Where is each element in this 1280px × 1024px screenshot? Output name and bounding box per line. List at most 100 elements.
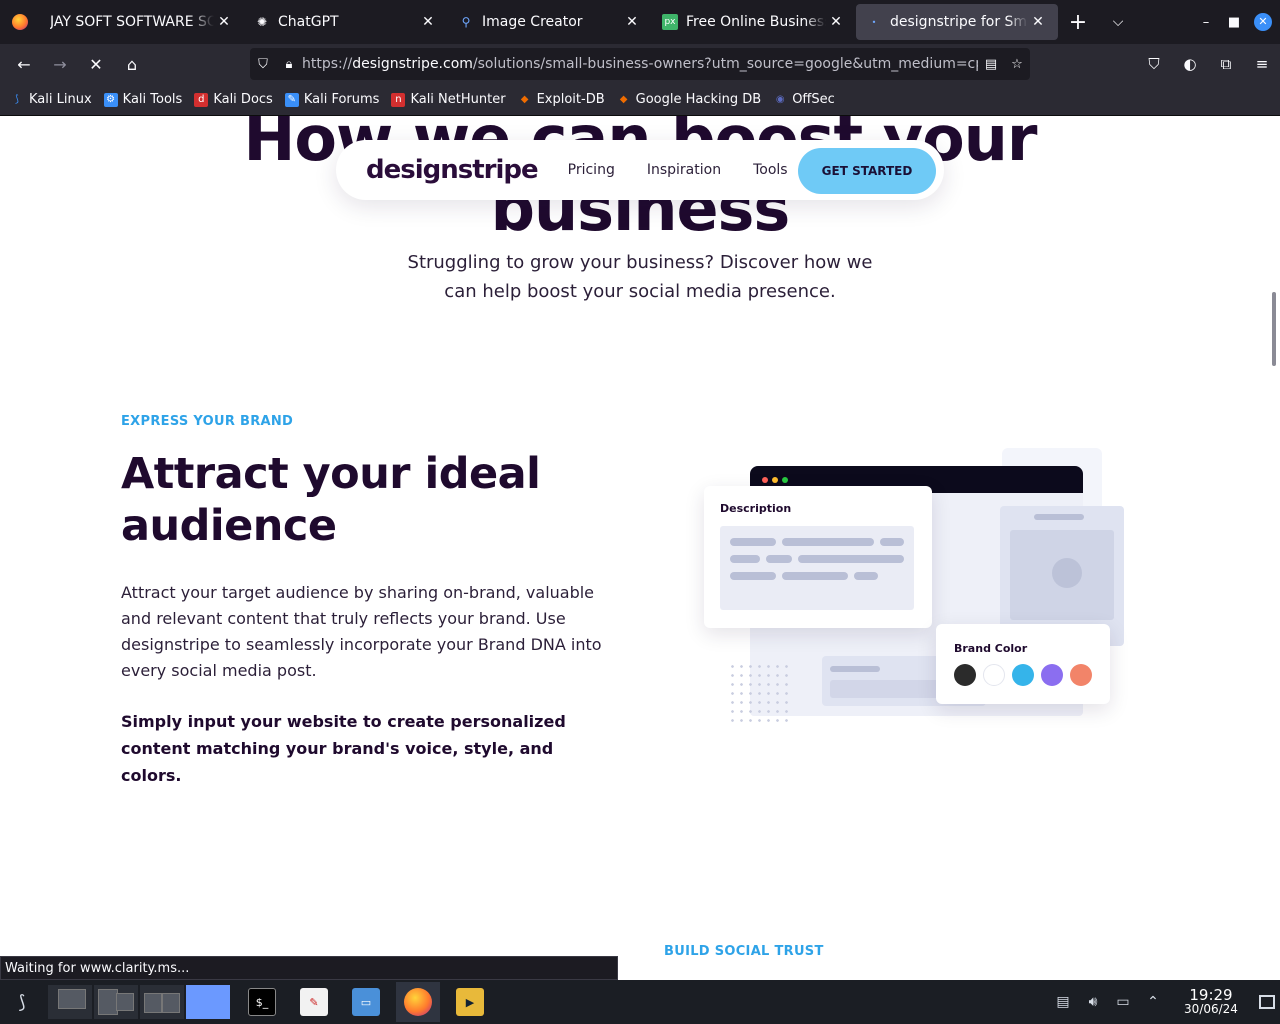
- window-close-icon[interactable]: ✕: [1254, 13, 1272, 31]
- image-placeholder-circle: [1052, 558, 1082, 588]
- dot-grid-decoration: [728, 662, 788, 722]
- home-icon[interactable]: ⌂: [114, 48, 150, 80]
- color-swatch: [1070, 664, 1092, 686]
- close-tab-icon[interactable]: ✕: [418, 14, 438, 30]
- tab-label: Free Online Business Ve: [686, 14, 826, 30]
- close-tab-icon[interactable]: ✕: [826, 14, 846, 30]
- account-icon[interactable]: ◐: [1172, 55, 1208, 73]
- pocket-icon[interactable]: ⛉: [1136, 55, 1172, 73]
- new-tab-button[interactable]: +: [1058, 10, 1098, 35]
- tab-pixlr[interactable]: px Free Online Business Ve ✕: [652, 4, 856, 40]
- tab-jay-soft[interactable]: JAY SOFT SOFTWARE SOLUTIONS ✕: [40, 4, 244, 40]
- tab-designstripe[interactable]: • designstripe for Small B ✕: [856, 4, 1058, 40]
- bookmark-offsec[interactable]: ◉ OffSec: [773, 92, 835, 107]
- text-line-placeholder: [880, 538, 904, 546]
- volume-icon[interactable]: 🔊︎: [1078, 994, 1108, 1010]
- workspace-switcher: [48, 985, 232, 1019]
- brand-color-card: Brand Color: [936, 624, 1110, 704]
- workspace-2[interactable]: [94, 985, 138, 1019]
- bookmarks-toolbar: ⟆ Kali Linux ⚙ Kali Tools d Kali Docs ✎ Kali…: [0, 84, 1280, 116]
- text-line-placeholder: [730, 572, 776, 580]
- text-line-placeholder: [730, 555, 760, 563]
- url-bar[interactable]: ⛉ 🔒︎ https://designstripe.com/solutions/…: [250, 48, 1030, 80]
- list-all-tabs-icon[interactable]: ⌵: [1098, 14, 1138, 30]
- text-line-placeholder: [798, 555, 904, 563]
- site-navigation: designstripe Pricing Inspiration Tools G…: [336, 140, 944, 200]
- bookmark-kali-tools[interactable]: ⚙ Kali Tools: [103, 92, 182, 107]
- tray-expand-icon[interactable]: ⌃: [1138, 994, 1168, 1010]
- exploit-db-icon: ◆: [520, 94, 529, 105]
- forward-icon[interactable]: →: [42, 48, 78, 80]
- text-line-placeholder: [782, 538, 874, 546]
- kali-icon: ⟆: [15, 94, 19, 105]
- text-line-placeholder: [766, 555, 792, 563]
- description-label: Description: [720, 502, 792, 515]
- network-icon[interactable]: ▭: [1108, 994, 1138, 1010]
- menu-icon[interactable]: ≡: [1244, 55, 1280, 73]
- section-highlight: Simply input your website to create pers…: [121, 712, 566, 785]
- file-manager-launcher[interactable]: ▭: [344, 982, 388, 1022]
- firefox-launcher[interactable]: [396, 982, 440, 1022]
- show-desktop-icon[interactable]: [1254, 980, 1280, 1024]
- kali-tools-icon: ⚙: [103, 92, 118, 107]
- clock[interactable]: 19:29 30/06/24: [1178, 988, 1244, 1017]
- bookmark-kali-forums[interactable]: ✎ Kali Forums: [284, 92, 379, 107]
- search-icon: ⚲: [461, 15, 471, 29]
- desktop-taskbar: ⟆ $_ ✎ ▭ ▶ ▤ 🔊︎ ▭ ⌃ 19:29 30/06/24: [0, 980, 1280, 1024]
- designstripe-logo[interactable]: designstripe: [366, 155, 539, 185]
- page-scrollbar[interactable]: [1268, 116, 1280, 980]
- maximize-icon[interactable]: ■: [1220, 15, 1248, 30]
- tab-image-creator[interactable]: ⚲ Image Creator ✕: [448, 4, 652, 40]
- minimize-icon[interactable]: –: [1192, 15, 1220, 30]
- reader-view-icon[interactable]: ▤: [978, 57, 1004, 72]
- back-icon[interactable]: ←: [6, 48, 42, 80]
- close-tab-icon[interactable]: ✕: [622, 14, 642, 30]
- text-line-placeholder: [782, 572, 848, 580]
- tab-label: designstripe for Small B: [890, 14, 1028, 30]
- bookmark-google-hacking-db[interactable]: ◆ Google Hacking DB: [617, 92, 761, 107]
- nethunter-icon: n: [391, 92, 406, 107]
- nav-link-inspiration[interactable]: Inspiration: [647, 162, 721, 178]
- tab-label: Image Creator: [482, 14, 583, 30]
- bookmark-kali-docs[interactable]: d Kali Docs: [194, 92, 273, 107]
- browser-tab-bar: JAY SOFT SOFTWARE SOLUTIONS ✕ ✺ ChatGPT …: [0, 0, 1280, 44]
- web-page: How we can boost your business Strugglin…: [0, 116, 1280, 980]
- loading-icon: •: [871, 17, 877, 27]
- bookmark-kali-linux[interactable]: ⟆ Kali Linux: [10, 92, 92, 107]
- workspace-1[interactable]: [48, 985, 92, 1019]
- firefox-icon: [404, 988, 432, 1016]
- url-text[interactable]: https://designstripe.com/solutions/small…: [302, 56, 978, 72]
- pixlr-icon: px: [662, 14, 678, 30]
- ghdb-icon: ◆: [619, 94, 628, 105]
- description-card: Description: [704, 486, 932, 628]
- scrollbar-thumb[interactable]: [1272, 292, 1276, 366]
- section-body: Attract your target audience by sharing …: [121, 583, 602, 680]
- bookmark-exploit-db[interactable]: ◆ Exploit-DB: [518, 92, 605, 107]
- chatgpt-icon: ✺: [256, 15, 268, 29]
- firefox-menu-icon[interactable]: [0, 0, 40, 44]
- text-editor-launcher[interactable]: ✎: [292, 982, 336, 1022]
- nav-link-tools[interactable]: Tools: [753, 162, 788, 178]
- tracking-protection-icon[interactable]: ⛉: [250, 57, 276, 72]
- tab-chatgpt[interactable]: ✺ ChatGPT ✕: [244, 4, 448, 40]
- stop-loading-icon[interactable]: ✕: [78, 48, 114, 80]
- close-tab-icon[interactable]: ✕: [214, 14, 234, 30]
- workspace-3[interactable]: [140, 985, 184, 1019]
- terminal-launcher[interactable]: $_: [240, 982, 284, 1022]
- section-eyebrow: EXPRESS YOUR BRAND: [121, 414, 294, 429]
- lock-icon[interactable]: 🔒︎: [276, 57, 302, 72]
- close-tab-icon[interactable]: ✕: [1028, 14, 1048, 30]
- extensions-icon[interactable]: ⧉: [1208, 55, 1244, 73]
- system-tray: ▤ 🔊︎ ▭ ⌃ 19:29 30/06/24: [1048, 980, 1280, 1024]
- nav-link-pricing[interactable]: Pricing: [568, 162, 615, 178]
- kali-menu-icon[interactable]: ⟆: [0, 980, 44, 1024]
- bookmark-star-icon[interactable]: ☆: [1004, 57, 1030, 72]
- bookmark-kali-nethunter[interactable]: n Kali NetHunter: [391, 92, 506, 107]
- window-controls: – ■ ✕: [1192, 0, 1280, 44]
- placeholder-bar: [830, 666, 880, 672]
- workspace-4[interactable]: [186, 985, 230, 1019]
- brand-illustration: Description Brand Color: [690, 446, 1130, 746]
- clipboard-icon[interactable]: ▤: [1048, 994, 1078, 1010]
- media-player-launcher[interactable]: ▶: [448, 982, 492, 1022]
- get-started-button[interactable]: GET STARTED: [798, 148, 936, 194]
